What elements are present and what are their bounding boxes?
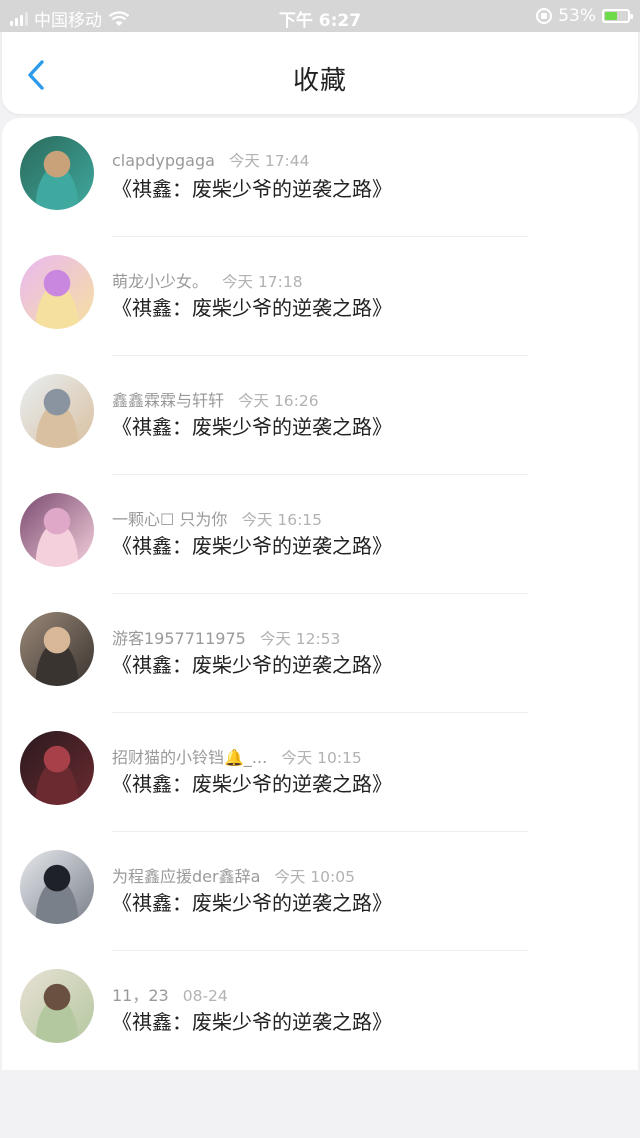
list-item[interactable]: 11，23 08-24 《祺鑫：废柴少爷的逆袭之路》 (2, 951, 638, 1070)
work-title[interactable]: 《祺鑫：废柴少爷的逆袭之路》 (112, 1006, 392, 1035)
username: clapdypgaga (112, 151, 215, 170)
timestamp: 今天 10:15 (281, 749, 362, 767)
list-item[interactable]: 一颗心☐ 只为你 今天 16:15 《祺鑫：废柴少爷的逆袭之路》 (2, 475, 638, 594)
list-item[interactable]: 鑫鑫霖霖与轩轩 今天 16:26 《祺鑫：废柴少爷的逆袭之路》 (2, 356, 638, 475)
list-item[interactable]: clapdypgaga 今天 17:44 《祺鑫：废柴少爷的逆袭之路》 (2, 118, 638, 237)
work-title[interactable]: 《祺鑫：废柴少爷的逆袭之路》 (112, 649, 392, 678)
work-title[interactable]: 《祺鑫：废柴少爷的逆袭之路》 (112, 530, 392, 559)
username: 为程鑫应援der鑫辞a (112, 867, 261, 886)
username: 11，23 (112, 986, 169, 1005)
work-title[interactable]: 《祺鑫：废柴少爷的逆袭之路》 (112, 411, 392, 440)
timestamp: 今天 17:18 (222, 273, 303, 291)
timestamp: 今天 12:53 (259, 630, 341, 648)
timestamp: 今天 16:26 (238, 392, 319, 410)
battery-percent: 53% (558, 6, 596, 26)
item-meta: 一颗心☐ 只为你 今天 16:15 (112, 506, 322, 530)
username: 萌龙小少女。 (112, 272, 209, 291)
timestamp: 今天 16:15 (241, 511, 323, 529)
status-bar: 中国移动 下午 6:27 53% (0, 0, 640, 32)
list-item[interactable]: 萌龙小少女。 今天 17:18 《祺鑫：废柴少爷的逆袭之路》 (2, 237, 638, 356)
work-title[interactable]: 《祺鑫：废柴少爷的逆袭之路》 (112, 768, 392, 797)
username: 招财猫的小铃铛🔔_... (112, 748, 268, 767)
user-avatar[interactable] (20, 612, 94, 686)
user-avatar[interactable] (20, 493, 94, 567)
item-meta: 萌龙小少女。 今天 17:18 (112, 268, 303, 292)
user-avatar[interactable] (20, 374, 94, 448)
work-title[interactable]: 《祺鑫：废柴少爷的逆袭之路》 (112, 173, 392, 202)
item-meta: 招财猫的小铃铛🔔_... 今天 10:15 (112, 744, 362, 768)
rotation-lock-icon (536, 8, 553, 24)
item-meta: 11，23 08-24 (112, 982, 228, 1006)
item-meta: 鑫鑫霖霖与轩轩 今天 16:26 (112, 387, 319, 411)
user-avatar[interactable] (20, 731, 94, 805)
timestamp: 08-24 (182, 987, 228, 1005)
user-avatar[interactable] (20, 255, 94, 329)
work-title[interactable]: 《祺鑫：废柴少爷的逆袭之路》 (112, 292, 392, 321)
item-meta: 为程鑫应援der鑫辞a 今天 10:05 (112, 863, 355, 887)
nav-bar: 收藏 (2, 32, 638, 114)
list-item[interactable]: 招财猫的小铃铛🔔_... 今天 10:15 《祺鑫：废柴少爷的逆袭之路》 (2, 713, 638, 832)
timestamp: 今天 17:44 (228, 152, 310, 170)
page-title: 收藏 (292, 66, 347, 96)
username: 游客1957711975 (112, 629, 246, 648)
item-meta: 游客1957711975 今天 12:53 (112, 625, 340, 649)
item-meta: clapdypgaga 今天 17:44 (112, 149, 310, 171)
favorites-list: clapdypgaga 今天 17:44 《祺鑫：废柴少爷的逆袭之路》 萌龙小少女。今… (2, 118, 638, 1070)
list-item[interactable]: 游客1957711975 今天 12:53 《祺鑫：废柴少爷的逆袭之路》 (2, 594, 638, 713)
timestamp: 今天 10:05 (274, 868, 355, 886)
list-item[interactable]: 为程鑫应援der鑫辞a 今天 10:05 《祺鑫：废柴少爷的逆袭之路》 (2, 832, 638, 951)
user-avatar[interactable] (20, 969, 94, 1043)
username: 鑫鑫霖霖与轩轩 (112, 391, 225, 410)
user-avatar[interactable] (20, 850, 94, 924)
work-title[interactable]: 《祺鑫：废柴少爷的逆袭之路》 (112, 887, 392, 916)
username: 一颗心☐ 只为你 (112, 510, 228, 529)
battery-charging-icon (602, 9, 633, 23)
user-avatar[interactable] (20, 136, 94, 210)
